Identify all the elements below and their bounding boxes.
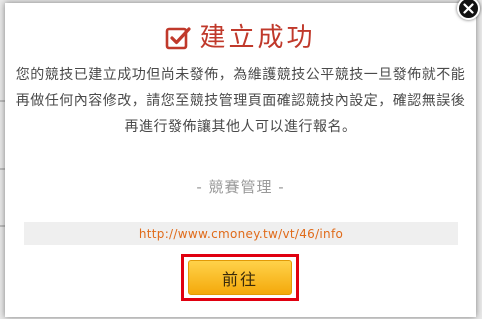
dialog-title: 建立成功: [199, 23, 316, 53]
go-button[interactable]: 前往: [188, 260, 292, 295]
dialog-message: 您的競技已建立成功但尚未發佈，為維護競技公平競技一旦發佈就不能再做任何內容修改，…: [15, 67, 466, 135]
close-icon: [463, 3, 474, 14]
go-button-highlight: 前往: [181, 254, 299, 301]
check-square-icon: [165, 25, 192, 51]
competition-management-label: - 競賽管理 -: [196, 178, 285, 196]
url-bar: http://www.cmoney.tw/vt/46/info: [24, 222, 458, 245]
competition-info-link[interactable]: http://www.cmoney.tw/vt/46/info: [139, 227, 343, 241]
dialog-header: 建立成功: [5, 22, 476, 54]
success-dialog: 建立成功 您的競技已建立成功但尚未發佈，為維護競技公平競技一旦發佈就不能再做任何…: [5, 0, 480, 317]
